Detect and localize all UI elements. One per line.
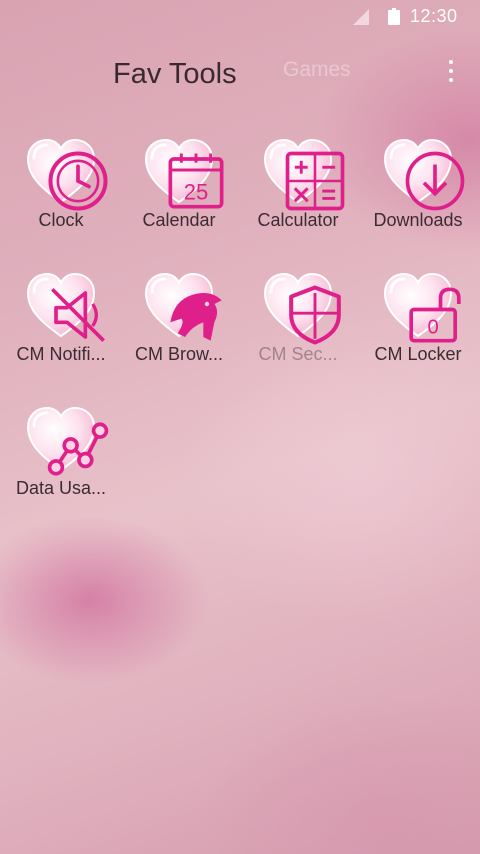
svg-text:25: 25 — [184, 179, 208, 204]
heart-icon: 0 — [383, 272, 461, 343]
calculator-icon — [285, 151, 345, 211]
app-cm-notifications[interactable]: CM Notifi... — [2, 272, 120, 392]
data-graph-icon — [47, 422, 109, 476]
heart-icon: 25 — [144, 138, 224, 209]
app-downloads[interactable]: Downloads — [359, 138, 477, 258]
menu-dot-icon — [449, 78, 453, 82]
svg-text:0: 0 — [428, 316, 439, 338]
app-clock[interactable]: Clock — [2, 138, 120, 258]
tab-fav-tools[interactable]: Fav Tools — [113, 58, 237, 91]
app-cm-locker[interactable]: 0 CM Locker — [359, 272, 477, 392]
app-label-calendar: Calendar — [142, 210, 216, 230]
browser-lion-icon — [170, 293, 222, 341]
notification-speaker-icon — [51, 288, 105, 342]
app-label-data-usage: Data Usa... — [15, 478, 107, 498]
app-cm-browser[interactable]: CM Brow... — [120, 272, 238, 392]
app-label-calculator: Calculator — [257, 210, 339, 230]
shield-icon — [289, 285, 341, 345]
overflow-menu-button[interactable] — [436, 54, 466, 88]
heart-icon — [26, 406, 109, 476]
lock-icon: 0 — [409, 287, 461, 343]
heart-icon — [263, 138, 345, 211]
menu-dot-icon — [449, 60, 453, 64]
heart-icon — [144, 272, 222, 341]
calendar-icon: 25 — [168, 153, 224, 209]
app-label-downloads: Downloads — [373, 210, 463, 230]
status-bar: 12:30 — [0, 0, 480, 34]
battery-icon — [388, 8, 400, 25]
app-cm-security[interactable]: CM Sec... — [239, 272, 357, 392]
heart-icon — [26, 138, 108, 211]
app-label-clock: Clock — [38, 210, 84, 230]
heart-icon — [26, 272, 105, 342]
heart-icon — [263, 272, 341, 345]
status-time: 12:30 — [410, 6, 458, 26]
app-calendar[interactable]: 25 Calendar — [120, 138, 238, 258]
app-label-cm-browser: CM Brow... — [134, 344, 223, 364]
signal-icon — [353, 9, 369, 25]
download-icon — [405, 151, 465, 211]
tab-games[interactable]: Games — [283, 58, 351, 82]
app-label-cm-notifications: CM Notifi... — [16, 344, 106, 364]
app-data-usage[interactable]: Data Usa... — [2, 406, 120, 526]
app-label-cm-locker: CM Locker — [374, 344, 462, 364]
menu-dot-icon — [449, 69, 453, 73]
clock-icon — [48, 151, 108, 211]
app-label-cm-security: CM Sec... — [258, 344, 338, 364]
heart-icon — [383, 138, 465, 211]
app-calculator[interactable]: Calculator — [239, 138, 357, 258]
